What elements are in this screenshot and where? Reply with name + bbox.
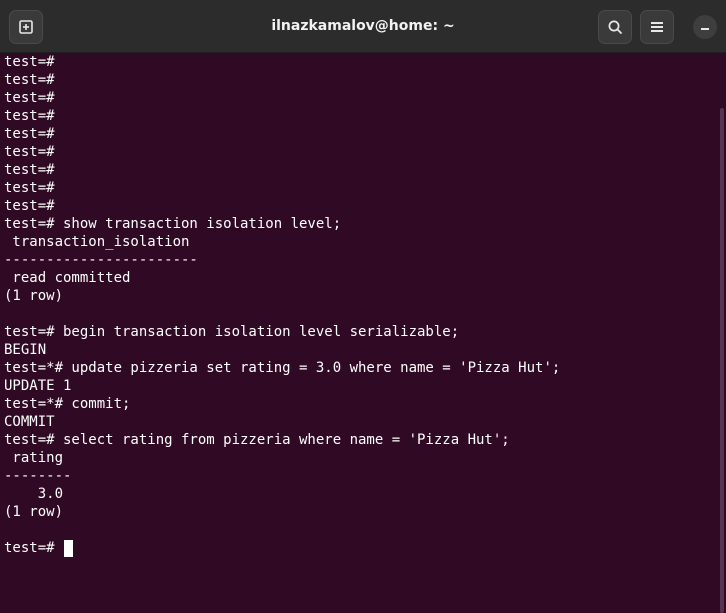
terminal-line: test=# <box>4 162 55 178</box>
terminal-line: ----------------------- <box>4 252 198 268</box>
terminal-line: transaction_isolation <box>4 234 190 250</box>
terminal-line: test=# begin transaction isolation level… <box>4 324 460 340</box>
terminal-line: test=*# update pizzeria set rating = 3.0… <box>4 360 561 376</box>
terminal-line: (1 row) <box>4 504 64 520</box>
terminal-line: -------- <box>4 468 72 484</box>
terminal-line: test=# select rating from pizzeria where… <box>4 432 510 448</box>
active-prompt-line[interactable]: test=# <box>4 539 716 557</box>
terminal-line: 3.0 <box>4 486 64 502</box>
terminal-window: ilnazkamalov@home: ~ test=# test=# test=… <box>0 0 726 613</box>
terminal-line: test=# show transaction isolation level; <box>4 216 342 232</box>
new-tab-icon <box>19 20 33 34</box>
terminal-line: read committed <box>4 270 131 286</box>
terminal-line: test=# <box>4 180 55 196</box>
menu-button[interactable] <box>640 10 674 44</box>
terminal-line: test=# <box>4 198 55 214</box>
search-icon <box>608 20 622 34</box>
scrollbar-thumb[interactable] <box>720 108 724 613</box>
terminal-output[interactable]: test=# test=# test=# test=# test=# test=… <box>0 53 716 562</box>
terminal-line: UPDATE 1 <box>4 378 72 394</box>
terminal-line: test=# <box>4 90 55 106</box>
minimize-icon <box>701 28 709 30</box>
hamburger-menu-icon <box>651 22 663 32</box>
terminal-line: (1 row) <box>4 288 64 304</box>
new-tab-button[interactable] <box>9 10 43 44</box>
terminal-line: test=*# commit; <box>4 396 131 412</box>
terminal-line: test=# <box>4 144 55 160</box>
search-button[interactable] <box>598 10 632 44</box>
terminal-line: COMMIT <box>4 414 55 430</box>
scrollbar[interactable] <box>716 53 726 613</box>
prompt-text: test=# <box>4 540 64 556</box>
terminal-line: test=# <box>4 126 55 142</box>
title-bar: ilnazkamalov@home: ~ <box>0 0 726 53</box>
minimize-button[interactable] <box>693 15 717 39</box>
terminal-line: test=# <box>4 72 55 88</box>
terminal-line: test=# <box>4 54 55 70</box>
terminal-line: test=# <box>4 108 55 124</box>
terminal-line: rating <box>4 450 64 466</box>
terminal-line: BEGIN <box>4 342 47 358</box>
text-cursor <box>64 539 74 557</box>
